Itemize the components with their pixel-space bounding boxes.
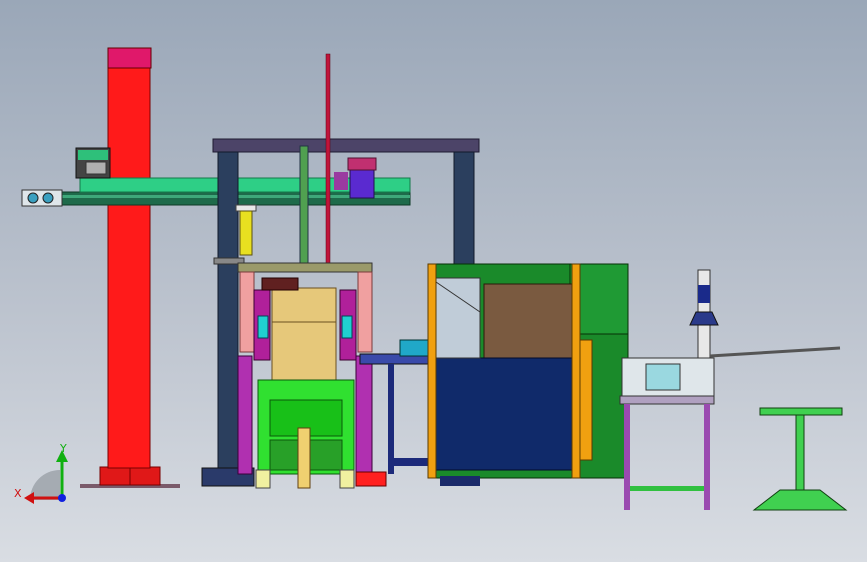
vertical-rod	[325, 53, 331, 269]
cyan-sensor	[399, 339, 429, 357]
pink-side-right	[357, 271, 373, 353]
table-top	[619, 395, 715, 405]
rod-guide	[299, 145, 309, 273]
purple-side-panel	[355, 355, 373, 475]
cad-viewport[interactable]: Y X	[0, 0, 867, 562]
red-pillar	[107, 65, 151, 469]
gantry-rail	[21, 147, 411, 207]
conveyor-arm	[709, 346, 841, 358]
orange-post-left	[427, 263, 437, 479]
red-floor-block	[355, 471, 387, 487]
left-column	[217, 151, 239, 473]
top-beam	[212, 138, 480, 153]
enclosure-station	[427, 263, 629, 486]
machine-assembly-drawing: Y X	[14, 47, 848, 511]
purple-carriage	[349, 169, 375, 199]
axis-triad: Y X	[14, 442, 68, 504]
right-column	[453, 151, 475, 273]
orange-post-right	[571, 263, 581, 479]
pillar-cap	[107, 47, 152, 69]
y-axis-label: Y	[59, 442, 67, 455]
inspection-table	[619, 269, 841, 510]
x-axis-label: X	[14, 487, 22, 500]
lamp-shade-icon	[689, 311, 719, 326]
carton-lower	[271, 321, 337, 381]
press-station	[237, 262, 387, 489]
round-table	[752, 407, 848, 511]
z-axis-dot	[58, 494, 66, 502]
carton-upper	[271, 287, 337, 323]
brown-panel	[483, 283, 575, 359]
rail-end-pulley-icon	[27, 192, 39, 204]
navy-panel	[435, 357, 573, 471]
round-table-top	[759, 407, 843, 416]
red-pillar-assembly	[80, 47, 180, 488]
station-top-plate	[237, 262, 373, 273]
pink-side-left	[239, 271, 255, 353]
